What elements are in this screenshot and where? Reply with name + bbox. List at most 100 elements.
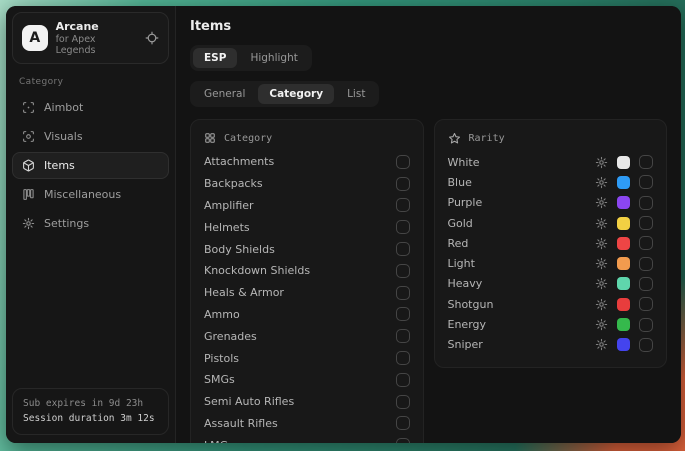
category-row-label: Body Shields <box>204 243 275 256</box>
category-row-label: Semi Auto Rifles <box>204 395 294 408</box>
rarity-color-swatch[interactable] <box>617 318 630 331</box>
rarity-checkbox[interactable] <box>639 318 653 332</box>
rarity-settings-gear-icon[interactable] <box>595 298 608 311</box>
gear-icon <box>22 217 35 230</box>
rarity-color-swatch[interactable] <box>617 176 630 189</box>
rarity-color-swatch[interactable] <box>617 338 630 351</box>
rarity-settings-gear-icon[interactable] <box>595 217 608 230</box>
category-row-label: Helmets <box>204 221 250 234</box>
sidebar-item-label: Miscellaneous <box>44 188 121 201</box>
category-row-label: Attachments <box>204 155 274 168</box>
rarity-settings-gear-icon[interactable] <box>595 257 608 270</box>
category-row-knockdown-shields: Knockdown Shields <box>204 260 410 282</box>
category-row-pistols: Pistols <box>204 347 410 369</box>
rarity-settings-gear-icon[interactable] <box>595 156 608 169</box>
rarity-settings-gear-icon[interactable] <box>595 176 608 189</box>
app-title: Arcane <box>56 20 137 33</box>
rarity-rows: White Blue Purple Gold Red <box>448 152 654 355</box>
category-checkbox[interactable] <box>396 155 410 169</box>
category-row-label: Grenades <box>204 330 257 343</box>
category-row-label: Pistols <box>204 352 239 365</box>
sub-expiry-text: Sub expires in 9d 23h <box>23 396 158 412</box>
category-row-attachments: Attachments <box>204 151 410 173</box>
crosshair-icon <box>22 101 35 114</box>
rarity-checkbox[interactable] <box>639 196 653 210</box>
panels-row: Category Attachments Backpacks Amplifier… <box>190 119 667 443</box>
rarity-checkbox[interactable] <box>639 175 653 189</box>
rarity-checkbox[interactable] <box>639 155 653 169</box>
app-window: A Arcane for Apex Legends Category Aimbo… <box>6 6 681 443</box>
subscription-info-card: Sub expires in 9d 23h Session duration 3… <box>12 388 169 435</box>
rarity-row-label: White <box>448 156 480 169</box>
rarity-row-light: Light <box>448 253 654 273</box>
rarity-color-swatch[interactable] <box>617 277 630 290</box>
category-checkbox[interactable] <box>396 351 410 365</box>
rarity-settings-gear-icon[interactable] <box>595 196 608 209</box>
tab-general[interactable]: General <box>193 84 256 104</box>
tab-highlight[interactable]: Highlight <box>239 48 308 68</box>
category-row-ammo: Ammo <box>204 304 410 326</box>
rarity-checkbox[interactable] <box>639 297 653 311</box>
main-content: Items ESPHighlight GeneralCategoryList C… <box>176 6 681 443</box>
category-row-backpacks: Backpacks <box>204 173 410 195</box>
rarity-checkbox[interactable] <box>639 257 653 271</box>
category-checkbox[interactable] <box>396 177 410 191</box>
tab-category[interactable]: Category <box>258 84 334 104</box>
category-panel-title: Category <box>224 133 272 144</box>
category-row-helmets: Helmets <box>204 216 410 238</box>
rarity-checkbox[interactable] <box>639 216 653 230</box>
rarity-row-label: Gold <box>448 217 473 230</box>
grid-icon <box>204 132 216 144</box>
sidebar-nav: Aimbot Visuals Items Miscellaneous Setti… <box>12 94 169 237</box>
category-checkbox[interactable] <box>396 198 410 212</box>
category-checkbox[interactable] <box>396 395 410 409</box>
rarity-row-red: Red <box>448 233 654 253</box>
category-checkbox[interactable] <box>396 242 410 256</box>
category-checkbox[interactable] <box>396 416 410 430</box>
rarity-color-swatch[interactable] <box>617 298 630 311</box>
app-logo: A <box>22 25 48 51</box>
rarity-row-sniper: Sniper <box>448 335 654 355</box>
category-checkbox[interactable] <box>396 307 410 321</box>
category-row-semi-auto-rifles: Semi Auto Rifles <box>204 391 410 413</box>
sidebar-item-aimbot[interactable]: Aimbot <box>12 94 169 121</box>
view-tab-group: GeneralCategoryList <box>190 81 379 107</box>
category-row-label: Backpacks <box>204 177 263 190</box>
rarity-panel: Rarity White Blue Purple Gold <box>434 119 668 368</box>
category-row-assault-rifles: Assault Rifles <box>204 413 410 435</box>
category-row-lmgs: LMGs <box>204 434 410 443</box>
category-checkbox[interactable] <box>396 286 410 300</box>
rarity-row-label: Sniper <box>448 338 483 351</box>
rarity-settings-gear-icon[interactable] <box>595 237 608 250</box>
sidebar: A Arcane for Apex Legends Category Aimbo… <box>6 6 176 443</box>
tab-esp[interactable]: ESP <box>193 48 237 68</box>
session-duration-text: Session duration 3m 12s <box>23 411 158 427</box>
category-checkbox[interactable] <box>396 438 410 443</box>
rarity-settings-gear-icon[interactable] <box>595 318 608 331</box>
rarity-color-swatch[interactable] <box>617 237 630 250</box>
rarity-checkbox[interactable] <box>639 338 653 352</box>
rarity-row-label: Blue <box>448 176 472 189</box>
target-icon[interactable] <box>145 31 159 45</box>
rarity-row-heavy: Heavy <box>448 274 654 294</box>
rarity-settings-gear-icon[interactable] <box>595 338 608 351</box>
rarity-checkbox[interactable] <box>639 236 653 250</box>
category-checkbox[interactable] <box>396 220 410 234</box>
rarity-color-swatch[interactable] <box>617 156 630 169</box>
category-row-label: Assault Rifles <box>204 417 278 430</box>
sidebar-item-label: Visuals <box>44 130 83 143</box>
category-checkbox[interactable] <box>396 264 410 278</box>
rarity-checkbox[interactable] <box>639 277 653 291</box>
sidebar-item-visuals[interactable]: Visuals <box>12 123 169 150</box>
rarity-color-swatch[interactable] <box>617 217 630 230</box>
rarity-color-swatch[interactable] <box>617 257 630 270</box>
sidebar-item-items[interactable]: Items <box>12 152 169 179</box>
sidebar-item-settings[interactable]: Settings <box>12 210 169 237</box>
category-checkbox[interactable] <box>396 373 410 387</box>
rarity-color-swatch[interactable] <box>617 196 630 209</box>
tab-list[interactable]: List <box>336 84 376 104</box>
rarity-settings-gear-icon[interactable] <box>595 277 608 290</box>
category-checkbox[interactable] <box>396 329 410 343</box>
sidebar-item-miscellaneous[interactable]: Miscellaneous <box>12 181 169 208</box>
rarity-row-blue: Blue <box>448 172 654 192</box>
